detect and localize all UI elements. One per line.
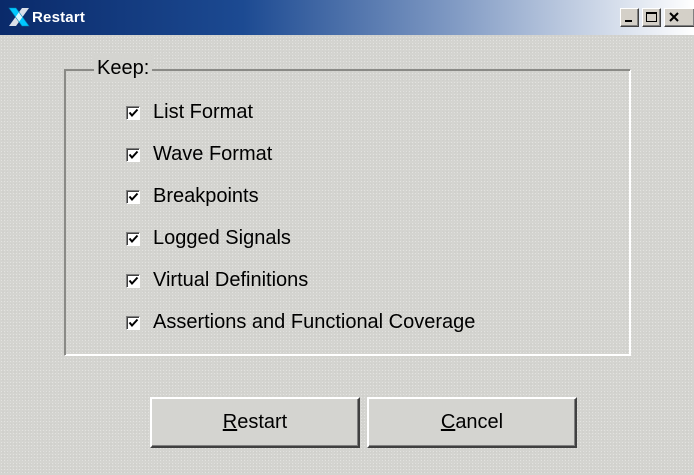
checkbox-label: Assertions and Functional Coverage [153, 311, 476, 333]
checkmark-icon [128, 108, 139, 118]
checkbox[interactable] [126, 148, 140, 162]
restart-dialog: Restart Keep: List Format Wave Format Br… [0, 0, 694, 475]
checkmark-icon [128, 318, 139, 328]
minimize-button[interactable] [620, 8, 639, 27]
checkbox[interactable] [126, 274, 140, 288]
keep-legend: Keep: [94, 54, 153, 82]
checkmark-icon [128, 192, 139, 202]
cancel-button[interactable]: Cancel [367, 397, 577, 448]
maximize-icon [646, 12, 657, 22]
checkbox[interactable] [126, 232, 140, 246]
checkbox-label: List Format [153, 101, 254, 123]
maximize-button[interactable] [642, 8, 661, 27]
close-icon [669, 12, 679, 22]
checkbox-label: Logged Signals [153, 227, 291, 249]
restart-button-mnemonic: R [222, 411, 238, 433]
checkmark-icon [128, 150, 139, 160]
checkbox[interactable] [126, 190, 140, 204]
checkbox-label: Breakpoints [153, 185, 259, 207]
checkmark-icon [128, 276, 139, 286]
app-logo-icon [8, 7, 30, 27]
checkbox[interactable] [126, 316, 140, 330]
restart-button-label-rest: estart [237, 411, 288, 433]
cancel-button-label-rest: ancel [455, 411, 504, 433]
window-title: Restart [32, 9, 86, 26]
minimize-icon [625, 20, 632, 22]
close-button[interactable] [664, 8, 694, 27]
title-bar[interactable]: Restart [0, 0, 694, 35]
checkbox-label: Virtual Definitions [153, 269, 309, 291]
cancel-button-mnemonic: C [440, 411, 456, 433]
checkbox-label: Wave Format [153, 143, 273, 165]
checkmark-icon [128, 234, 139, 244]
restart-button[interactable]: Restart [150, 397, 360, 448]
checkbox[interactable] [126, 106, 140, 120]
